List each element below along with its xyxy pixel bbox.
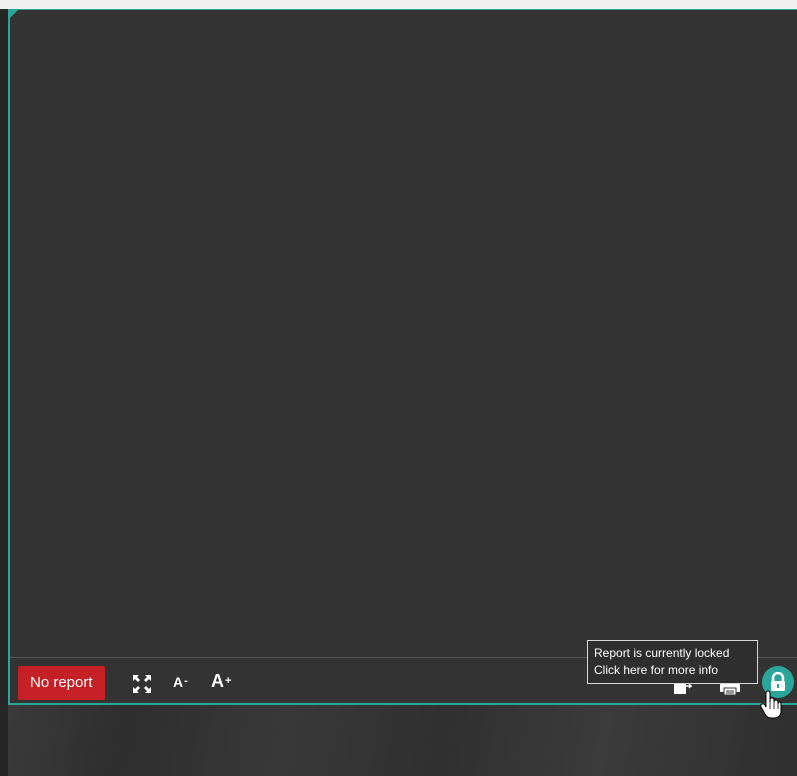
font-decrease-label: A (173, 674, 184, 690)
hand-cursor-icon (760, 690, 782, 720)
page: No report A- A+ Report is currently lock… (0, 0, 797, 776)
lock-icon (771, 672, 785, 691)
background-area (8, 705, 797, 776)
fullscreen-icon[interactable] (130, 672, 154, 696)
font-decrease-suffix: - (184, 675, 188, 687)
tooltip-line-2: Click here for more info (594, 663, 719, 677)
tooltip-line-1: Report is currently locked (594, 646, 730, 660)
lock-tooltip: Report is currently locked Click here fo… (587, 640, 758, 684)
font-decrease-button[interactable]: A- (173, 674, 188, 690)
report-panel: No report A- A+ (8, 9, 797, 705)
font-increase-label: A (211, 671, 224, 691)
font-increase-button[interactable]: A+ (211, 671, 231, 692)
no-report-button[interactable]: No report (18, 666, 105, 700)
font-increase-suffix: + (225, 675, 232, 687)
corner-marker (10, 10, 18, 18)
top-strip (0, 0, 797, 9)
